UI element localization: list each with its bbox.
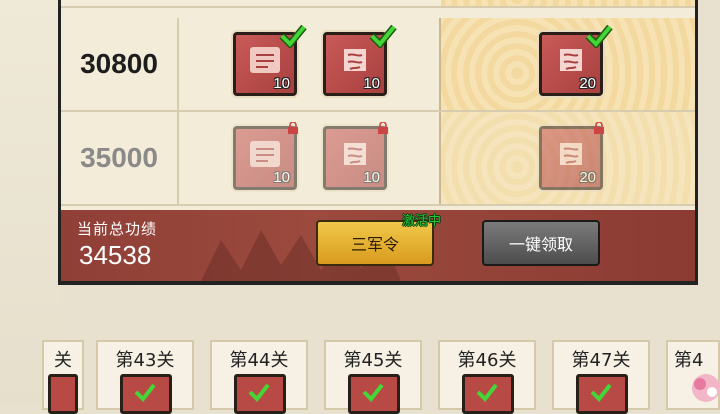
divider <box>439 18 441 110</box>
divider <box>177 112 179 204</box>
reward-item[interactable]: 10 <box>323 126 387 190</box>
stage-card[interactable]: 第46关 <box>438 340 536 414</box>
check-icon <box>134 383 156 402</box>
item-count: 20 <box>579 75 596 92</box>
premium-column-bg <box>441 0 695 6</box>
lock-icon <box>378 122 388 134</box>
check-icon <box>476 383 498 402</box>
stage-card[interactable]: 第47关 <box>552 340 650 414</box>
check-icon <box>362 383 384 402</box>
stage-name: 关 <box>54 350 72 371</box>
item-count: 10 <box>273 169 290 186</box>
check-icon <box>369 24 397 48</box>
reward-item[interactable]: 10 <box>233 126 297 190</box>
stage-card[interactable]: 第44关 <box>210 340 308 414</box>
check-icon <box>585 24 613 48</box>
claim-all-button[interactable]: 一键领取 <box>482 220 600 266</box>
stage-card[interactable]: 关 <box>42 340 84 414</box>
divider <box>177 18 179 110</box>
stage-card[interactable]: 第45关 <box>324 340 422 414</box>
stage-name: 第43关 <box>115 350 175 371</box>
lock-icon <box>594 122 604 134</box>
character-avatar-icon <box>692 374 720 402</box>
reward-row: 35000 10 10 20 <box>61 112 695 206</box>
premium-reward-item[interactable]: 20 <box>539 126 603 190</box>
score-threshold: 35000 <box>80 142 158 173</box>
item-count: 10 <box>363 75 380 92</box>
check-icon <box>279 24 307 48</box>
score-threshold: 30800 <box>80 48 158 79</box>
item-count: 10 <box>363 169 380 186</box>
stage-card[interactable]: 第43关 <box>96 340 194 414</box>
divider <box>439 112 441 204</box>
stage-name: 第44关 <box>229 350 289 371</box>
stage-reward-box <box>48 374 78 414</box>
item-count: 20 <box>579 169 596 186</box>
active-status-tag: 激活中 <box>402 214 442 229</box>
lock-icon <box>288 122 298 134</box>
previous-row-edge <box>61 0 695 8</box>
total-merit-label: 当前总功绩 <box>77 220 158 238</box>
stage-name: 第47关 <box>571 350 631 371</box>
check-icon <box>248 383 270 402</box>
check-icon <box>590 383 612 402</box>
stage-name: 第45关 <box>343 350 403 371</box>
item-count: 10 <box>273 75 290 92</box>
reward-row: 30800 10 10 20 <box>61 18 695 112</box>
total-merit-value: 34538 <box>79 240 152 270</box>
stage-name: 第46关 <box>457 350 517 371</box>
